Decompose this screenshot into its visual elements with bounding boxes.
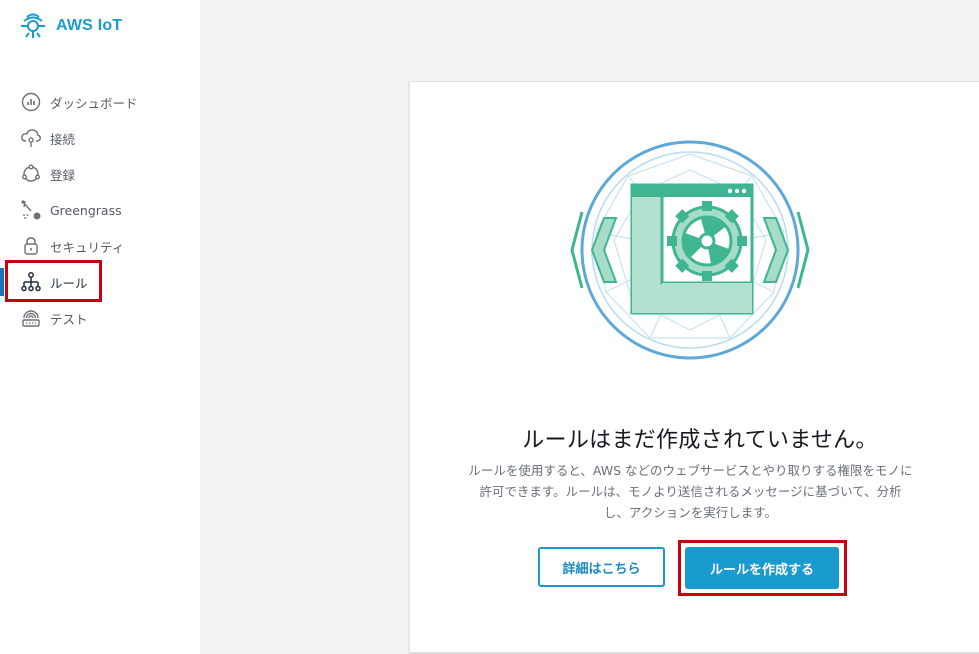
create-rule-highlight-box: [678, 540, 847, 596]
active-indicator: [0, 268, 4, 296]
rules-highlight-box: [5, 260, 102, 302]
register-icon: [20, 163, 42, 185]
greengrass-icon: [20, 199, 42, 221]
sidebar-item-label: ダッシュボード: [50, 95, 138, 111]
sidebar-item-test[interactable]: テスト: [0, 300, 200, 336]
sidebar-item-register[interactable]: 登録: [0, 156, 200, 192]
sidebar-item-label: 登録: [50, 167, 76, 183]
sidebar-item-label: Greengrass: [50, 202, 122, 218]
sidebar: AWS IoT ダッシュボード 接続 登録 Greengrass セキュリティ …: [0, 0, 200, 654]
sidebar-item-greengrass[interactable]: Greengrass: [0, 192, 200, 228]
cloud-connect-icon: [20, 127, 42, 149]
sidebar-item-label: セキュリティ: [50, 239, 125, 255]
sidebar-item-connect[interactable]: 接続: [0, 120, 200, 156]
dashboard-icon: [20, 91, 42, 113]
empty-state-description: ルールを使用すると、AWS などのウェブサービスとやり取りする権限をモノに許可で…: [468, 463, 913, 520]
aws-iot-logo-icon: [21, 13, 45, 38]
aws-iot-logo[interactable]: AWS IoT: [18, 12, 122, 40]
sidebar-item-label: テスト: [50, 311, 88, 327]
test-icon: [20, 307, 42, 329]
sidebar-item-dashboard[interactable]: ダッシュボード: [0, 84, 200, 120]
learn-more-button[interactable]: 詳細はこちら: [538, 547, 665, 587]
empty-state-title: ルールはまだ作成されていません。: [522, 428, 878, 453]
sidebar-item-label: 接続: [50, 131, 76, 147]
sidebar-item-security[interactable]: セキュリティ: [0, 228, 200, 264]
lock-icon: [20, 235, 42, 257]
rules-illustration: [570, 140, 810, 360]
empty-state-card: ルールはまだ作成されていません。 ルールを使用すると、AWS などのウェブサービ…: [409, 81, 979, 653]
app-title: AWS IoT: [56, 17, 123, 34]
